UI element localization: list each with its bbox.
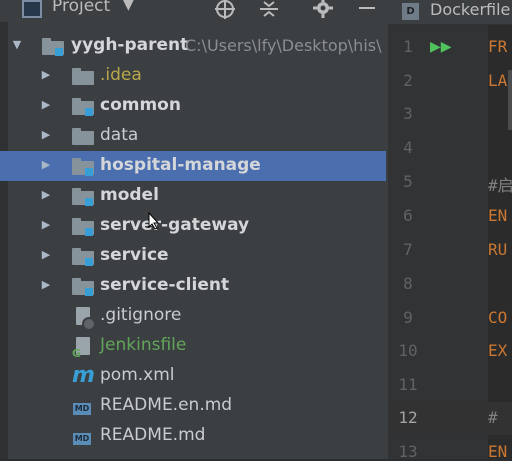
tree-item-label: README.md (100, 425, 206, 445)
tree-item-pom[interactable]: m pom.xml (0, 361, 386, 391)
expand-arrow-icon[interactable]: ▶ (39, 128, 53, 142)
line-number: 7 (403, 240, 413, 259)
docker-file-icon: D (402, 3, 419, 20)
project-panel: Project ▼ ▼ yygh-parent C:\Users\lfy\Des… (0, 0, 388, 459)
expand-arrow-icon[interactable]: ▶ (39, 218, 53, 232)
code-line: CO (488, 308, 508, 327)
project-icon (22, 0, 42, 18)
tree-item-server-gateway[interactable]: ▶ server-gateway (0, 211, 386, 241)
code-line: # (488, 408, 498, 427)
locate-target-icon[interactable] (214, 0, 238, 20)
tree-item-service[interactable]: ▶ service (0, 241, 386, 271)
tree-item-label: hospital-manage (100, 155, 261, 175)
line-number: 4 (403, 138, 413, 157)
tree-item-service-client[interactable]: ▶ service-client (0, 271, 386, 301)
line-number: 5 (403, 172, 413, 191)
minimize-icon[interactable] (356, 0, 378, 20)
code-line: RU (488, 240, 508, 259)
tree-item-label: common (100, 95, 181, 115)
maven-file-icon: m (72, 363, 95, 388)
project-view-title[interactable]: Project (52, 0, 110, 16)
mouse-cursor-icon (148, 212, 160, 230)
tree-item-model[interactable]: ▶ model (0, 181, 386, 211)
tree-item-label: model (100, 185, 159, 205)
tree-item-label: server-gateway (100, 215, 250, 235)
tree-root-label: yygh-parent (71, 35, 189, 55)
tree-item-data[interactable]: ▶ data (0, 121, 386, 151)
line-number: 12 (398, 408, 418, 427)
tree-item-label: README.en.md (100, 395, 233, 415)
module-folder-icon (72, 98, 94, 116)
tree-item-common[interactable]: ▶ common (0, 91, 386, 121)
gitignore-file-icon (74, 307, 96, 331)
folder-icon (72, 68, 94, 85)
editor-tab-bar: D Dockerfile (388, 0, 512, 25)
code-line: EX (488, 341, 508, 360)
expand-arrow-icon[interactable]: ▶ (39, 68, 53, 82)
expand-arrow-icon[interactable]: ▼ (10, 38, 24, 52)
module-folder-icon (42, 38, 64, 56)
tab-dockerfile[interactable]: Dockerfile (430, 0, 510, 19)
module-folder-icon (72, 278, 94, 296)
tree-item-label: service (100, 245, 169, 265)
markdown-file-icon: MD (73, 403, 91, 415)
expand-arrow-icon[interactable]: ▶ (39, 278, 53, 292)
run-icon[interactable]: ▶▶ (430, 39, 452, 55)
line-number: 1 (403, 37, 413, 56)
module-folder-icon (72, 158, 94, 176)
tree-item-label: pom.xml (100, 365, 175, 385)
folder-icon (72, 128, 94, 145)
code-line: EN (488, 206, 508, 225)
module-folder-icon (72, 248, 94, 266)
line-number: 11 (398, 375, 418, 394)
module-folder-icon (72, 218, 94, 236)
tree-item-label: .gitignore (100, 305, 182, 325)
chevron-down-icon[interactable]: ▼ (123, 0, 134, 13)
expand-arrow-icon[interactable]: ▶ (39, 98, 53, 112)
groovy-file-icon: G (72, 337, 94, 360)
tree-item-gitignore[interactable]: .gitignore (0, 301, 386, 331)
collapse-all-icon[interactable] (258, 0, 282, 20)
tree-root[interactable]: ▼ yygh-parent C:\Users\lfy\Desktop\his\ (0, 31, 386, 61)
line-number: 13 (398, 442, 418, 461)
tree-item-label: data (100, 125, 139, 145)
line-number: 10 (398, 341, 418, 360)
tree-item-readme[interactable]: MD README.md (0, 421, 386, 451)
code-line: #启 (488, 176, 512, 195)
tree-item-jenkinsfile[interactable]: G Jenkinsfile (0, 331, 386, 361)
tree-item-hospital-manage[interactable]: ▶ hospital-manage (0, 151, 386, 181)
project-toolbar: Project ▼ (0, 0, 388, 22)
line-number: 3 (403, 104, 413, 123)
line-number: 8 (403, 274, 413, 293)
expand-arrow-icon[interactable]: ▶ (39, 188, 53, 202)
code-line: LA (488, 71, 508, 90)
line-number: 6 (403, 206, 413, 225)
tree-item-idea[interactable]: ▶ .idea (0, 61, 386, 91)
tree-root-path: C:\Users\lfy\Desktop\his\ (185, 36, 382, 55)
gear-icon[interactable] (312, 0, 336, 20)
editor-pane: D Dockerfile 1 2 3 4 5 6 7 8 9 10 11 12 … (388, 0, 512, 461)
editor-scrollbar[interactable] (508, 70, 512, 130)
line-number: 2 (403, 71, 413, 90)
tree-item-label: Jenkinsfile (100, 335, 187, 355)
tree-item-label: .idea (100, 65, 142, 85)
code-line: FR (488, 37, 508, 56)
code-line: EN (488, 442, 508, 461)
module-folder-icon (72, 188, 94, 206)
tree-item-readme-en[interactable]: MD README.en.md (0, 391, 386, 421)
expand-arrow-icon[interactable]: ▶ (39, 158, 53, 172)
tree-item-label: service-client (100, 275, 230, 295)
expand-arrow-icon[interactable]: ▶ (39, 248, 53, 262)
markdown-file-icon: MD (73, 433, 91, 445)
line-number: 9 (403, 308, 413, 327)
